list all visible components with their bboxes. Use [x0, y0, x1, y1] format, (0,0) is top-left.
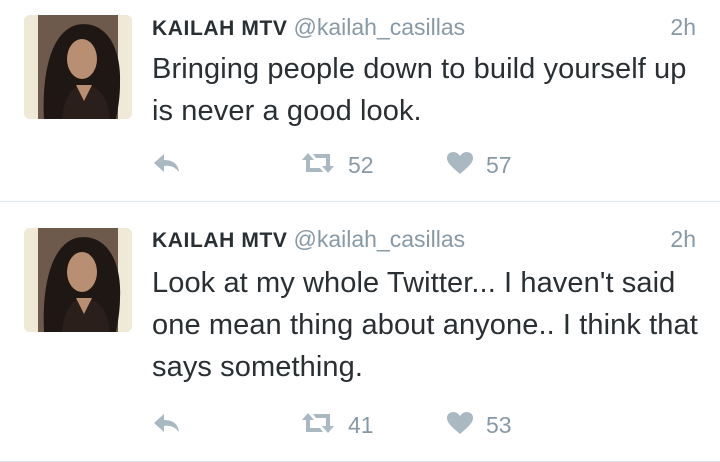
retweet-icon: [300, 151, 336, 180]
timestamp[interactable]: 2h: [670, 224, 696, 254]
heart-icon: [446, 151, 474, 180]
reply-icon: [152, 412, 182, 439]
retweet-count: 52: [348, 151, 374, 178]
like-button[interactable]: 57: [446, 150, 512, 180]
author-handle[interactable]: @kailah_casillas: [294, 14, 466, 40]
reply-button[interactable]: [152, 410, 182, 440]
tweet-text: Look at my whole Twitter... I haven't sa…: [152, 267, 698, 383]
author-name[interactable]: KAILAH MTV: [152, 229, 288, 252]
tweet-header: KAILAH MTV @kailah_casillas 2h: [152, 12, 696, 42]
tweet[interactable]: KAILAH MTV @kailah_casillas 2h Bringing p…: [0, 0, 720, 202]
retweet-button[interactable]: 52: [300, 150, 374, 180]
reply-icon: [152, 152, 182, 179]
author-name[interactable]: KAILAH MTV: [152, 17, 288, 40]
timestamp[interactable]: 2h: [670, 12, 696, 42]
tweet[interactable]: KAILAH MTV @kailah_casillas 2h Look at my…: [0, 202, 720, 462]
like-count: 57: [486, 151, 512, 178]
retweet-button[interactable]: 41: [300, 410, 374, 440]
retweet-count: 41: [348, 411, 374, 438]
author-handle[interactable]: @kailah_casillas: [294, 226, 466, 252]
avatar[interactable]: [24, 228, 132, 332]
reply-button[interactable]: [152, 150, 182, 180]
heart-icon: [446, 411, 474, 440]
retweet-icon: [300, 411, 336, 440]
like-count: 53: [486, 411, 512, 438]
like-button[interactable]: 53: [446, 410, 512, 440]
tweet-header: KAILAH MTV @kailah_casillas 2h: [152, 224, 696, 254]
avatar[interactable]: [24, 15, 132, 119]
tweet-text: Bringing people down to build yourself u…: [152, 53, 687, 127]
